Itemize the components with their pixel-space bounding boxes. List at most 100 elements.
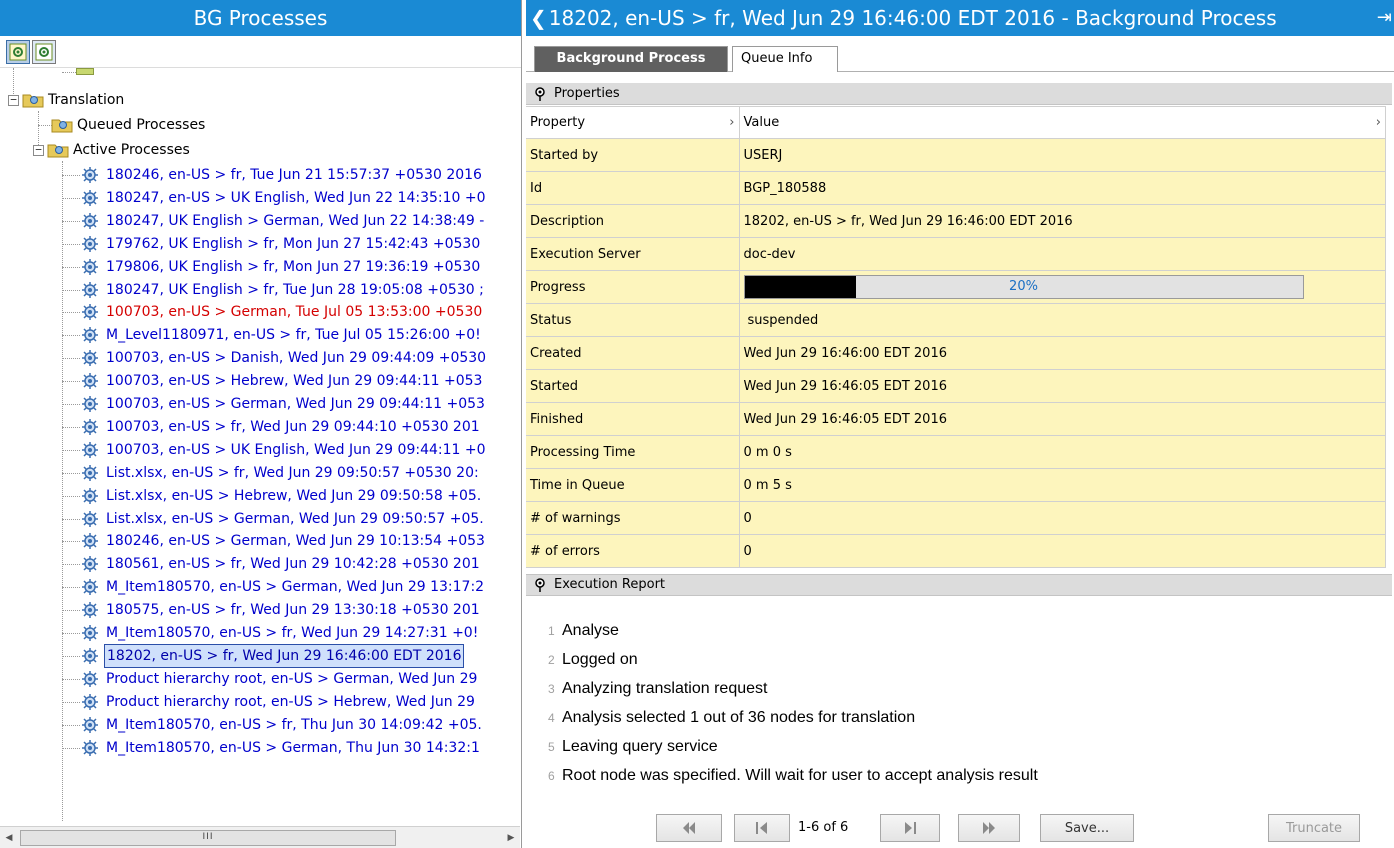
tree-node-translation[interactable]: − Translation: [8, 89, 126, 111]
column-header-property[interactable]: Property ›: [526, 106, 740, 139]
process-tree-item[interactable]: 100703, en-US > UK English, Wed Jun 29 0…: [80, 439, 488, 461]
process-label: M_Item180570, en-US > fr, Wed Jun 29 14:…: [106, 625, 479, 641]
process-tree-item[interactable]: M_Level1180971, en-US > fr, Tue Jul 05 1…: [80, 324, 483, 346]
execution-report-section-header[interactable]: Execution Report: [526, 574, 1392, 596]
tab-queue-info[interactable]: Queue Info: [732, 46, 838, 72]
process-tree-item[interactable]: List.xlsx, en-US > fr, Wed Jun 29 09:50:…: [80, 462, 481, 484]
chevron-right-icon: ›: [1375, 115, 1381, 130]
process-label: Product hierarchy root, en-US > German, …: [106, 670, 478, 687]
tree-horizontal-scrollbar[interactable]: ◀ III ▶: [0, 826, 520, 848]
process-label: 180247, en-US > UK English, Wed Jun 22 1…: [106, 189, 486, 206]
tree-node-queued-processes[interactable]: Queued Processes: [51, 114, 207, 136]
property-row-execution-server[interactable]: Execution Server doc-dev: [526, 237, 1386, 271]
process-gear-icon: [82, 602, 98, 619]
process-tree-item[interactable]: 180561, en-US > fr, Wed Jun 29 10:42:28 …: [80, 553, 482, 575]
property-row-started[interactable]: Started Wed Jun 29 16:46:05 EDT 2016: [526, 369, 1386, 403]
tree-node-label: Translation: [48, 92, 125, 108]
property-value: BGP_180588: [739, 171, 1386, 205]
process-label: 180247, UK English > German, Wed Jun 22 …: [106, 212, 485, 229]
process-detail-header: ❮ 18202, en-US > fr, Wed Jun 29 16:46:00 …: [526, 0, 1394, 36]
properties-section-header[interactable]: Properties: [526, 83, 1392, 105]
bg-processes-title: BG Processes: [0, 0, 521, 36]
property-value: doc-dev: [739, 237, 1386, 271]
process-tree-item[interactable]: 100703, en-US > Hebrew, Wed Jun 29 09:44…: [80, 370, 484, 392]
property-row-finished[interactable]: Finished Wed Jun 29 16:46:05 EDT 2016: [526, 402, 1386, 436]
scroll-track[interactable]: III: [18, 829, 502, 846]
scroll-thumb[interactable]: III: [20, 829, 396, 846]
process-label: 100703, en-US > Hebrew, Wed Jun 29 09:44…: [106, 373, 483, 390]
process-tree-item[interactable]: 100703, en-US > fr, Wed Jun 29 09:44:10 …: [80, 416, 482, 438]
process-gear-icon: [82, 693, 98, 710]
process-detail-panel: ❮ 18202, en-US > fr, Wed Jun 29 16:46:00 …: [526, 0, 1394, 848]
process-tree-item[interactable]: M_Item180570, en-US > German, Wed Jun 29…: [80, 576, 486, 598]
process-label: 100703, en-US > Danish, Wed Jun 29 09:44…: [106, 350, 487, 367]
process-gear-icon: [82, 304, 98, 321]
log-line-text: Logged on: [562, 651, 638, 668]
tree-node-active-processes[interactable]: − Active Processes: [33, 139, 192, 161]
property-row-time-in-queue[interactable]: Time in Queue 0 m 5 s: [526, 468, 1386, 502]
save-report-button[interactable]: Save...: [1040, 814, 1134, 842]
last-page-button[interactable]: [958, 814, 1020, 842]
process-tree-item[interactable]: 179762, UK English > fr, Mon Jun 27 15:4…: [80, 233, 482, 255]
property-value: Wed Jun 29 16:46:05 EDT 2016: [739, 369, 1386, 403]
collapse-icon[interactable]: −: [8, 94, 19, 106]
property-row-progress[interactable]: Progress 20%: [526, 270, 1386, 304]
first-page-button[interactable]: [656, 814, 722, 842]
process-gear-icon: [82, 350, 98, 367]
progress-bar: 20%: [743, 275, 1304, 299]
property-row-processing-time[interactable]: Processing Time 0 m 0 s: [526, 435, 1386, 469]
process-label: 179806, UK English > fr, Mon Jun 27 19:3…: [106, 258, 481, 275]
process-label: 180246, en-US > fr, Tue Jun 21 15:57:37 …: [106, 167, 482, 183]
process-tree-item[interactable]: M_Item180570, en-US > German, Thu Jun 30…: [80, 737, 482, 759]
property-row-description[interactable]: Description 18202, en-US > fr, Wed Jun 2…: [526, 204, 1386, 238]
scroll-right-button[interactable]: ▶: [502, 828, 520, 848]
bg-process-view-button[interactable]: [6, 40, 30, 64]
process-tree-item[interactable]: 18202, en-US > fr, Wed Jun 29 16:46:00 E…: [80, 643, 465, 668]
process-label: List.xlsx, en-US > fr, Wed Jun 29 09:50:…: [106, 464, 479, 481]
double-left-arrow-icon: [683, 822, 695, 834]
process-tree-item[interactable]: M_Item180570, en-US > fr, Thu Jun 30 14:…: [80, 714, 484, 736]
property-row-started-by[interactable]: Started by USERJ: [526, 138, 1386, 172]
process-tree-item[interactable]: List.xlsx, en-US > Hebrew, Wed Jun 29 09…: [80, 485, 483, 507]
pin-panel-icon[interactable]: ⇥: [1377, 0, 1392, 36]
process-label: Product hierarchy root, en-US > Hebrew, …: [106, 693, 475, 710]
step-left-arrow-icon: [756, 822, 767, 834]
process-tree-item[interactable]: 100703, en-US > Danish, Wed Jun 29 09:44…: [80, 347, 488, 369]
process-tree-item[interactable]: 100703, en-US > German, Wed Jun 29 09:44…: [80, 393, 487, 415]
next-page-button[interactable]: [880, 814, 940, 842]
tab-background-process[interactable]: Background Process: [534, 46, 728, 72]
property-label: Time in Queue: [526, 468, 740, 502]
log-line: 4 Analysis selected 1 out of 36 nodes for…: [548, 703, 1392, 732]
process-gear-icon: [82, 464, 98, 481]
process-tree-item[interactable]: 180247, UK English > fr, Tue Jun 28 19:0…: [80, 279, 486, 301]
process-tree-item[interactable]: 100703, en-US > German, Tue Jul 05 13:53…: [80, 301, 484, 323]
collapse-icon[interactable]: −: [33, 144, 44, 156]
property-row-warnings[interactable]: # of warnings 0: [526, 501, 1386, 535]
process-tree-item[interactable]: 180246, en-US > fr, Tue Jun 21 15:57:37 …: [80, 164, 484, 186]
column-header-value[interactable]: Value ›: [739, 106, 1386, 139]
property-row-created[interactable]: Created Wed Jun 29 16:46:00 EDT 2016: [526, 336, 1386, 370]
log-line: 5 Leaving query service: [548, 732, 1392, 761]
scroll-left-button[interactable]: ◀: [0, 828, 18, 848]
property-label: Started: [526, 369, 740, 403]
process-tree-item[interactable]: List.xlsx, en-US > German, Wed Jun 29 09…: [80, 508, 486, 530]
process-tree-item[interactable]: 179806, UK English > fr, Mon Jun 27 19:3…: [80, 256, 482, 278]
process-tree-item[interactable]: Product hierarchy root, en-US > German, …: [80, 668, 479, 690]
process-tree-item[interactable]: 180246, en-US > German, Wed Jun 29 10:13…: [80, 530, 487, 552]
process-tree-item[interactable]: 180575, en-US > fr, Wed Jun 29 13:30:18 …: [80, 599, 482, 621]
process-tree-item[interactable]: Product hierarchy root, en-US > Hebrew, …: [80, 691, 477, 713]
bg-process-alt-view-button[interactable]: [32, 40, 56, 64]
back-arrow-icon[interactable]: ❮: [530, 6, 547, 30]
property-row-id[interactable]: Id BGP_180588: [526, 171, 1386, 205]
process-tree-item[interactable]: 180247, UK English > German, Wed Jun 22 …: [80, 210, 486, 232]
previous-page-button[interactable]: [734, 814, 790, 842]
property-row-errors[interactable]: # of errors 0: [526, 534, 1386, 568]
process-tree-item[interactable]: 180247, en-US > UK English, Wed Jun 22 1…: [80, 187, 488, 209]
process-gear-icon: [82, 647, 98, 664]
property-label: Status: [526, 303, 740, 337]
process-tree-item[interactable]: M_Item180570, en-US > fr, Wed Jun 29 14:…: [80, 622, 480, 644]
folder-gear-icon: [22, 94, 44, 108]
property-row-status[interactable]: Status suspended: [526, 303, 1386, 337]
truncate-button[interactable]: Truncate: [1268, 814, 1360, 842]
log-line-number: 2: [548, 653, 555, 667]
